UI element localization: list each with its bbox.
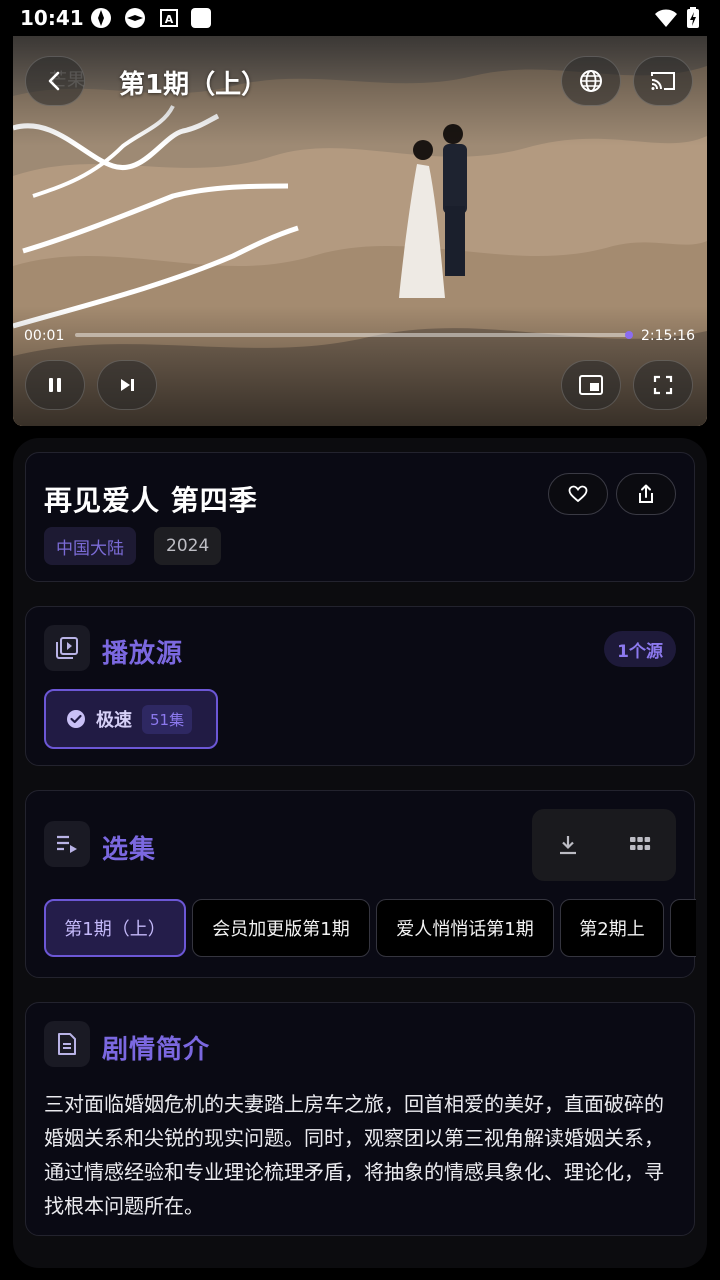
synopsis-card: 剧情简介 三对面临婚姻危机的夫妻踏上房车之旅，回首相爱的美好，直面破碎的婚姻关系… <box>25 1002 695 1236</box>
episode-chip-partial[interactable] <box>670 899 696 957</box>
synopsis-heading: 剧情简介 <box>102 1035 211 1065</box>
episode-tools <box>532 809 676 881</box>
episode-chip[interactable]: 第2期上 <box>560 899 664 957</box>
synopsis-text: 三对面临婚姻危机的夫妻踏上房车之旅，回首相爱的美好，直面破碎的婚姻关系和尖锐的现… <box>44 1092 664 1218</box>
fullscreen-icon <box>653 375 673 395</box>
fullscreen-button[interactable] <box>633 360 693 410</box>
cast-button[interactable] <box>633 56 693 106</box>
skip-next-icon <box>121 379 134 391</box>
cast-icon <box>651 72 675 90</box>
source-episode-count: 51集 <box>142 704 193 734</box>
video-player[interactable]: 芒果 第1期（上） 00:01 2:15:16 <box>13 36 707 426</box>
video-library-icon <box>56 637 78 659</box>
region-tag: 中国大陆 <box>44 527 136 565</box>
pause-icon <box>49 378 61 392</box>
battery-icon <box>687 7 699 28</box>
show-title: 再见爱人 第四季 <box>44 484 258 517</box>
source-chip-jisu[interactable]: 极速 51集 <box>44 689 218 749</box>
year-tag: 2024 <box>154 527 222 565</box>
source-card: 播放源 1个源 极速 51集 <box>25 606 695 766</box>
detail-sheet: 再见爱人 第四季 中国大陆 2024 播放源 1个源 极速 51集 选集 第1期… <box>13 438 707 1268</box>
seek-bar[interactable] <box>75 333 627 337</box>
episode-title: 第1期（上） <box>119 70 268 100</box>
source-count-badge: 1个源 <box>604 631 676 667</box>
source-label: 极速 <box>96 710 132 731</box>
back-button[interactable] <box>25 56 85 106</box>
show-info-card: 再见爱人 第四季 中国大陆 2024 <box>25 452 695 582</box>
status-time: 10:41 <box>20 6 84 30</box>
document-icon <box>58 1033 76 1055</box>
heart-icon <box>568 485 588 503</box>
check-circle-icon <box>67 710 85 728</box>
chevron-left-icon <box>48 71 60 91</box>
app-notification-icon <box>125 8 145 28</box>
episode-chip[interactable]: 第1期（上） <box>44 899 186 957</box>
font-notification-icon: A <box>160 9 178 27</box>
total-time: 2:15:16 <box>641 328 695 344</box>
episode-card: 选集 第1期（上） 会员加更版第1期 爱人悄悄话第1期 第2期上 <box>25 790 696 978</box>
svg-text:A: A <box>165 13 174 26</box>
synopsis-section-icon-box <box>44 1021 90 1067</box>
share-button[interactable] <box>616 473 676 515</box>
source-section-icon-box <box>44 625 90 671</box>
source-heading: 播放源 <box>102 639 184 669</box>
episode-chip[interactable]: 爱人悄悄话第1期 <box>376 899 554 957</box>
grid-view-icon[interactable] <box>629 836 651 854</box>
playlist-icon <box>57 835 77 853</box>
blank-notification-icon <box>191 8 211 28</box>
current-time: 00:01 <box>24 328 65 344</box>
pause-button[interactable] <box>25 360 85 410</box>
favorite-button[interactable] <box>548 473 608 515</box>
wifi-icon <box>655 9 677 27</box>
picture-in-picture-button[interactable] <box>561 360 621 410</box>
share-icon <box>639 484 653 503</box>
episode-chip[interactable]: 会员加更版第1期 <box>192 899 370 957</box>
language-button[interactable] <box>561 56 621 106</box>
episode-section-icon-box <box>44 821 90 867</box>
episode-heading: 选集 <box>102 835 157 865</box>
episode-list: 第1期（上） 会员加更版第1期 爱人悄悄话第1期 第2期上 <box>44 897 696 959</box>
download-icon[interactable] <box>557 834 579 856</box>
next-episode-button[interactable] <box>97 360 157 410</box>
status-bar: 10:41 A <box>0 0 720 36</box>
pip-icon <box>579 375 603 395</box>
globe-icon <box>580 70 602 92</box>
seek-thumb[interactable] <box>625 331 633 339</box>
app-notification-icon <box>91 8 111 28</box>
